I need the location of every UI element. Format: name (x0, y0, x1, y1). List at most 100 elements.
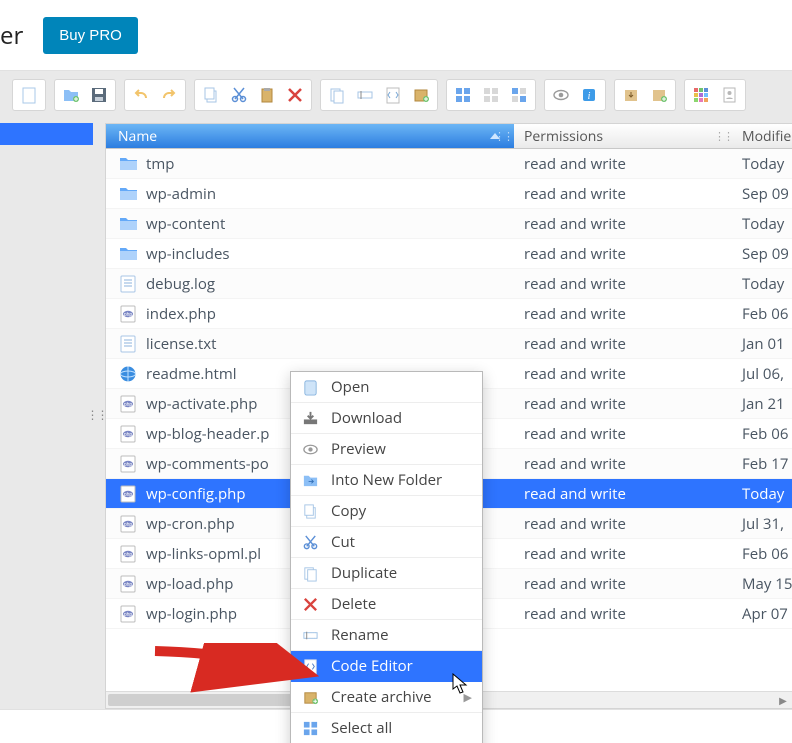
menu-label: Select all (331, 718, 392, 738)
menu-into[interactable]: Into New Folder (291, 465, 482, 496)
toolbar-group (614, 79, 676, 111)
toolbar-undo-button[interactable] (128, 83, 154, 107)
txt-icon (118, 335, 138, 353)
file-modified: Apr 07 (736, 604, 792, 624)
menu-label: Copy (331, 501, 366, 521)
file-permissions: read and write (514, 424, 736, 444)
column-headers: Name ⋮⋮ Permissions ⋮⋮ Modifie (106, 124, 792, 149)
sidebar-selection[interactable] (0, 123, 93, 145)
menu-cut[interactable]: Cut (291, 527, 482, 558)
file-permissions: read and write (514, 574, 736, 594)
file-name: wp-links-opml.pl (146, 544, 261, 564)
toolbar-file-blank-button[interactable] (16, 83, 42, 107)
file-row[interactable]: wp-includesread and writeSep 09 (106, 239, 792, 269)
selall-icon (301, 719, 319, 737)
file-name: wp-blog-header.p (146, 424, 269, 444)
file-permissions: read and write (514, 544, 736, 564)
page-title: er (0, 19, 41, 52)
toolbar-dup-button[interactable] (324, 83, 350, 107)
toolbar-copy-button[interactable] (198, 83, 224, 107)
file-name: wp-load.php (146, 574, 233, 594)
open-icon (301, 378, 319, 396)
toolbar-info-blue-button[interactable] (576, 83, 602, 107)
menu-label: Code Editor (331, 656, 413, 676)
toolbar-group (194, 79, 312, 111)
menu-copy[interactable]: Copy (291, 496, 482, 527)
menu-label: Create archive (331, 687, 432, 707)
file-row[interactable]: wp-adminread and writeSep 09 (106, 179, 792, 209)
menu-rename[interactable]: Rename (291, 620, 482, 651)
toolbar-invert-button[interactable] (506, 83, 532, 107)
folder-icon (118, 155, 138, 173)
toolbar-folder-add-button[interactable] (58, 83, 84, 107)
file-name: index.php (146, 304, 216, 324)
column-permissions[interactable]: Permissions ⋮⋮ (514, 124, 736, 148)
toolbar-save-button[interactable] (86, 83, 112, 107)
file-row[interactable]: debug.logread and writeToday (106, 269, 792, 299)
php-icon (118, 455, 138, 473)
into-icon (301, 471, 319, 489)
folder-icon (118, 215, 138, 233)
toolbar-redo-button[interactable] (156, 83, 182, 107)
file-modified: Today (736, 154, 792, 174)
toolbar-addressbook-button[interactable] (716, 83, 742, 107)
file-row[interactable]: index.phpread and writeFeb 06 (106, 299, 792, 329)
menu-selall[interactable]: Select all (291, 713, 482, 743)
toolbar-rename-button[interactable] (352, 83, 378, 107)
toolbar-select-none-button[interactable] (478, 83, 504, 107)
toolbar-select-all-button[interactable] (450, 83, 476, 107)
file-modified: Feb 06 (736, 424, 792, 444)
toolbar-apps-button[interactable] (688, 83, 714, 107)
column-modified[interactable]: Modifie (736, 124, 792, 148)
resize-handle[interactable]: ⋮⋮ (494, 129, 512, 144)
file-row[interactable]: tmpread and writeToday (106, 149, 792, 179)
file-permissions: read and write (514, 484, 736, 504)
html-icon (118, 365, 138, 383)
toolbar-archive-button[interactable] (408, 83, 434, 107)
file-name: wp-cron.php (146, 514, 235, 534)
file-name: tmp (146, 154, 174, 174)
menu-download[interactable]: Download (291, 403, 482, 434)
php-icon (118, 605, 138, 623)
file-name: wp-includes (146, 244, 230, 264)
toolbar-code-button[interactable] (380, 83, 406, 107)
file-modified: Jul 31, (736, 514, 792, 534)
toolbar-paste-button[interactable] (254, 83, 280, 107)
toolbar-group (320, 79, 438, 111)
file-name: wp-config.php (146, 484, 246, 504)
php-icon (118, 305, 138, 323)
buy-pro-button[interactable]: Buy PRO (43, 17, 138, 54)
menu-open[interactable]: Open (291, 372, 482, 403)
menu-preview[interactable]: Preview (291, 434, 482, 465)
file-permissions: read and write (514, 184, 736, 204)
column-name[interactable]: Name ⋮⋮ (106, 124, 514, 148)
menu-label: Into New Folder (331, 470, 442, 490)
scroll-right-icon[interactable]: ▶ (776, 694, 790, 706)
menu-dup[interactable]: Duplicate (291, 558, 482, 589)
splitter[interactable]: ⋮⋮ (88, 119, 105, 709)
file-permissions: read and write (514, 394, 736, 414)
menu-archive[interactable]: Create archive▶ (291, 682, 482, 713)
delete-icon (301, 595, 319, 613)
resize-handle[interactable]: ⋮⋮ (714, 129, 732, 144)
folder-icon (118, 185, 138, 203)
menu-code[interactable]: Code Editor (291, 651, 482, 682)
copy-icon (301, 502, 319, 520)
toolbar-group (12, 79, 46, 111)
file-row[interactable]: wp-contentread and writeToday (106, 209, 792, 239)
toolbar-download-small-button[interactable] (618, 83, 644, 107)
toolbar-cut-button[interactable] (226, 83, 252, 107)
toolbar-upload-small-button[interactable] (646, 83, 672, 107)
menu-delete[interactable]: Delete (291, 589, 482, 620)
file-name: debug.log (146, 274, 215, 294)
file-permissions: read and write (514, 304, 736, 324)
file-modified: Feb 06 (736, 544, 792, 564)
menu-label: Cut (331, 532, 355, 552)
toolbar-group (544, 79, 606, 111)
toolbar-group (54, 79, 116, 111)
toolbar-preview-button[interactable] (548, 83, 574, 107)
file-row[interactable]: license.txtread and writeJan 01 (106, 329, 792, 359)
toolbar-group (124, 79, 186, 111)
toolbar-delete-red-button[interactable] (282, 83, 308, 107)
toolbar (0, 71, 792, 119)
